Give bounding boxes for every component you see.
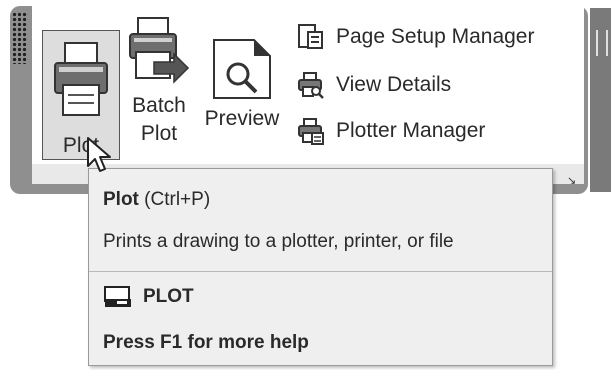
panel-grip-handle[interactable]: [12, 12, 28, 64]
tooltip-shortcut: (Ctrl+P): [144, 189, 211, 210]
plot-tooltip: Plot (Ctrl+P) Prints a drawing to a plot…: [88, 168, 553, 366]
batch-plot-button[interactable]: Batch Plot: [124, 14, 194, 154]
batch-plot-icon: [126, 14, 192, 88]
tooltip-command-name: Plot: [103, 189, 139, 210]
page-setup-icon: [298, 24, 323, 49]
tooltip-description: Prints a drawing to a plotter, printer, …: [103, 231, 454, 252]
tooltip-divider: [89, 271, 552, 272]
view-details-label: View Details: [336, 73, 452, 96]
view-details-button[interactable]: View Details: [296, 68, 451, 102]
page-setup-manager-label: Page Setup Manager: [336, 25, 535, 48]
tooltip-command-text: PLOT: [143, 286, 194, 307]
plotter-manager-icon: [298, 118, 324, 145]
plotter-manager-label: Plotter Manager: [336, 119, 486, 142]
tooltip-title: Plot (Ctrl+P): [103, 189, 210, 211]
printer-icon: [51, 35, 111, 125]
dialog-launcher-icon[interactable]: ↘: [567, 174, 576, 187]
preview-label: Preview: [204, 107, 280, 130]
view-details-icon: [298, 72, 324, 99]
batch-plot-label-line2: Plot: [140, 122, 178, 145]
mouse-pointer-icon: [87, 137, 111, 172]
tooltip-command-row: PLOT: [103, 285, 194, 309]
preview-icon: [210, 36, 274, 102]
preview-button[interactable]: Preview: [196, 36, 288, 146]
adjacent-panel-icon: [596, 30, 608, 56]
batch-plot-label-line1: Batch: [132, 94, 186, 117]
plotter-manager-button[interactable]: Plotter Manager: [296, 114, 485, 148]
plot-command-icon: [104, 286, 131, 307]
batch-plot-label: Batch Plot: [124, 92, 194, 148]
page-setup-manager-button[interactable]: Page Setup Manager: [296, 20, 534, 54]
tooltip-help-text: Press F1 for more help: [103, 332, 309, 353]
